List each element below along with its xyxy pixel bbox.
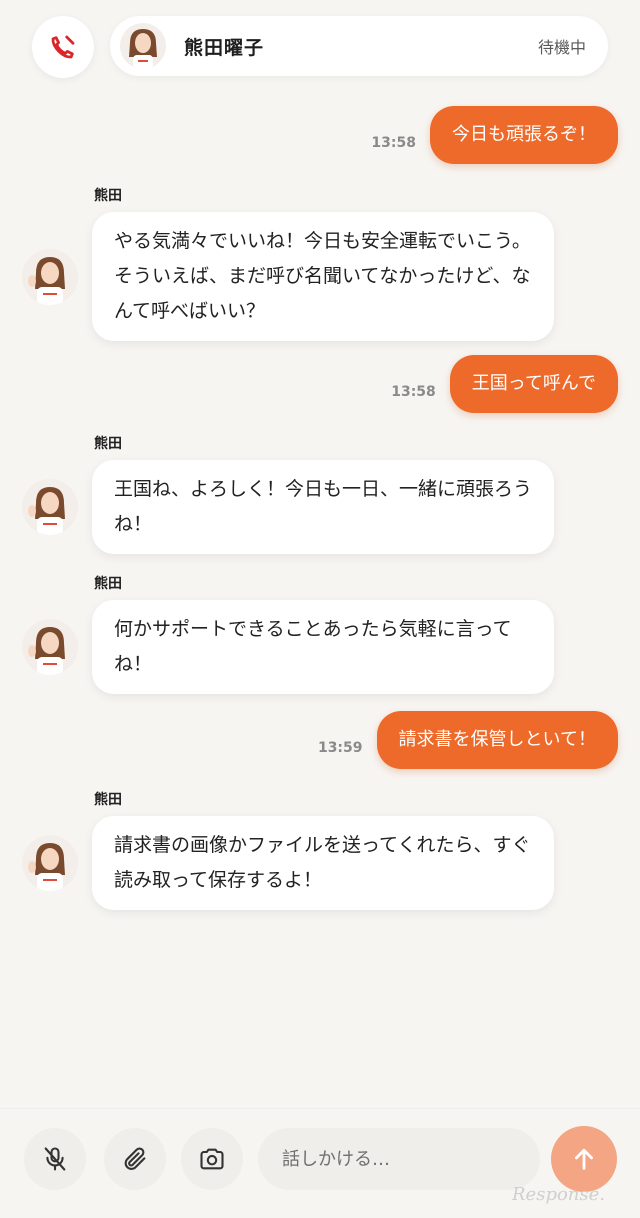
end-call-button[interactable] [32, 16, 94, 78]
user-bubble: 王国って呼んで [449, 355, 618, 413]
camera-icon [200, 1148, 224, 1170]
message-time: 13:58 [391, 384, 436, 400]
user-message: 13:58 今日も頑張るぞ！ [371, 106, 618, 164]
message-time: 13:59 [317, 740, 363, 756]
user-message: 13:59 請求書を保管しといて！ [318, 711, 618, 769]
watermark-logo: Response. [512, 1184, 606, 1205]
avatar [22, 835, 78, 891]
arrow-up-icon [575, 1148, 593, 1170]
bot-bubble: 王国ね、よろしく！今日も一日、一緒に頑張ろうね！ [92, 460, 554, 554]
bot-message: 請求書の画像かファイルを送ってくれたら、すぐ読み取って保存するよ！ [22, 816, 554, 910]
paperclip-icon [124, 1147, 146, 1170]
bot-message: 何かサポートできることあったら気軽に言ってね！ [22, 600, 554, 694]
sender-name: 熊田 [94, 576, 122, 592]
contact-name: 熊田曜子 [184, 36, 265, 59]
camera-button[interactable] [181, 1128, 243, 1190]
message-time: 13:58 [371, 135, 416, 151]
send-button[interactable] [551, 1126, 617, 1192]
sender-name: 熊田 [94, 436, 122, 452]
bot-message: 王国ね、よろしく！今日も一日、一緒に頑張ろうね！ [22, 460, 554, 554]
mic-toggle-button[interactable] [24, 1128, 86, 1190]
chat-header: 熊田曜子 待機中 [110, 16, 608, 76]
message-input-wrapper [258, 1128, 540, 1190]
user-bubble: 今日も頑張るぞ！ [430, 106, 618, 164]
bot-bubble: やる気満々でいいね！今日も安全運転でいこう。そういえば、まだ呼び名聞いてなかった… [92, 212, 554, 341]
sender-name: 熊田 [94, 792, 122, 808]
avatar [120, 23, 166, 69]
status-label: 待機中 [537, 38, 586, 57]
user-bubble: 請求書を保管しといて！ [376, 711, 618, 769]
avatar [22, 479, 78, 535]
bot-message: やる気満々でいいね！今日も安全運転でいこう。そういえば、まだ呼び名聞いてなかった… [22, 212, 554, 341]
attach-button[interactable] [104, 1128, 166, 1190]
mic-off-icon [44, 1147, 66, 1171]
message-input[interactable] [282, 1148, 540, 1170]
user-message: 13:58 王国って呼んで [391, 355, 618, 413]
bot-bubble: 何かサポートできることあったら気軽に言ってね！ [92, 600, 554, 694]
bot-bubble: 請求書の画像かファイルを送ってくれたら、すぐ読み取って保存するよ！ [92, 816, 554, 910]
avatar [22, 248, 78, 305]
avatar [22, 619, 78, 675]
phone-off-icon [51, 35, 75, 59]
sender-name: 熊田 [94, 188, 122, 204]
